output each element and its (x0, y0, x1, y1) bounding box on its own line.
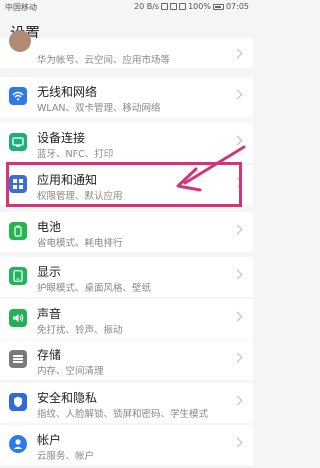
annotation-arrow (176, 145, 246, 192)
